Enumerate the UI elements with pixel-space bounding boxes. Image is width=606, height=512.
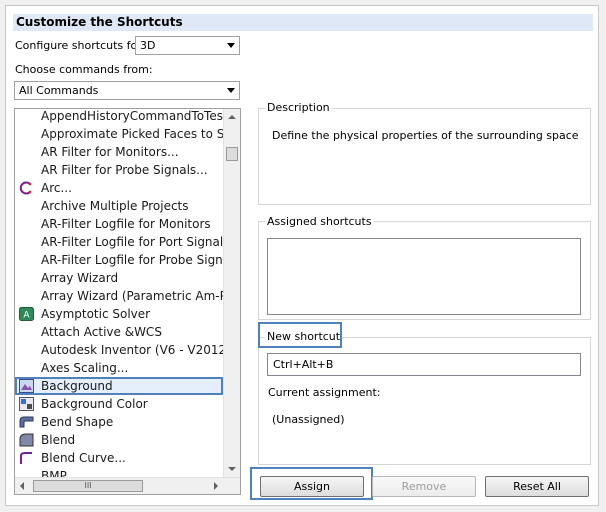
arc-icon <box>19 181 34 195</box>
svg-text:A: A <box>23 311 30 321</box>
scroll-down-icon[interactable] <box>228 467 236 471</box>
list-item[interactable]: Blend Curve... <box>15 449 223 467</box>
list-item[interactable]: Array Wizard (Parametric Am-Ph) <box>15 287 223 305</box>
list-item[interactable]: Background <box>15 377 223 395</box>
scroll-left-icon[interactable] <box>20 482 24 490</box>
list-item[interactable]: AR-Filter Logfile for Probe Signals <box>15 251 223 269</box>
list-item-label: AR-Filter Logfile for Port Signals <box>41 235 223 249</box>
bend-shape-icon <box>19 415 34 429</box>
list-item-label: AppendHistoryCommandToTestsu <box>41 109 223 123</box>
list-item-label: AR-Filter Logfile for Probe Signals <box>41 253 223 267</box>
asymptotic-solver-icon: A <box>19 307 34 321</box>
background-icon <box>19 379 34 393</box>
remove-button[interactable]: Remove <box>372 476 476 497</box>
dialog-title: Customize the Shortcuts <box>13 14 593 31</box>
list-item-label: Array Wizard <box>41 271 119 285</box>
list-item[interactable]: AR Filter for Probe Signals... <box>15 161 223 179</box>
list-item[interactable]: A Asymptotic Solver <box>15 305 223 323</box>
list-item[interactable]: Bend Shape <box>15 413 223 431</box>
list-item-label: Background Color <box>41 397 148 411</box>
horizontal-scrollbar[interactable]: III <box>15 477 240 494</box>
description-text: Define the physical properties of the su… <box>272 129 579 142</box>
current-assignment-value: (Unassigned) <box>272 413 345 426</box>
list-item[interactable]: Autodesk Inventor (V6 - V2012)... <box>15 341 223 359</box>
configure-select-value: 3D <box>140 39 156 52</box>
list-item-label: Blend Curve... <box>41 451 126 465</box>
chevron-down-icon <box>227 43 235 48</box>
list-item[interactable]: Approximate Picked Faces to Shee <box>15 125 223 143</box>
assign-button-highlight <box>250 467 373 500</box>
assigned-shortcuts-list[interactable] <box>267 238 581 315</box>
list-item[interactable]: AR-Filter Logfile for Port Signals <box>15 233 223 251</box>
list-item-label: Background <box>41 379 113 393</box>
scroll-right-icon[interactable] <box>214 482 218 490</box>
blend-curve-icon <box>19 451 34 465</box>
scroll-thumb[interactable] <box>226 147 238 161</box>
list-item-label: Asymptotic Solver <box>41 307 151 321</box>
scroll-up-icon[interactable] <box>228 115 236 119</box>
list-item[interactable]: Arc... <box>15 179 223 197</box>
list-item[interactable]: Blend <box>15 431 223 449</box>
configure-select[interactable]: 3D <box>135 36 240 55</box>
list-item[interactable]: Archive Multiple Projects <box>15 197 223 215</box>
commands-select[interactable]: All Commands <box>14 81 240 100</box>
list-item[interactable]: AR Filter for Monitors... <box>15 143 223 161</box>
hscroll-thumb[interactable]: III <box>33 480 143 492</box>
background-color-icon <box>19 397 34 411</box>
list-item-label: Array Wizard (Parametric Am-Ph) <box>41 289 223 303</box>
assigned-shortcuts-label: Assigned shortcuts <box>265 215 374 228</box>
list-item-label: Blend <box>41 433 76 447</box>
list-item-label: Autodesk Inventor (V6 - V2012)... <box>41 343 223 357</box>
list-item[interactable]: Axes Scaling... <box>15 359 223 377</box>
new-shortcut-value: Ctrl+Alt+B <box>273 358 334 371</box>
list-item-label: AR Filter for Probe Signals... <box>41 163 208 177</box>
description-group <box>258 108 591 205</box>
commands-label: Choose commands from: <box>15 63 153 76</box>
description-label: Description <box>265 101 332 114</box>
list-item-label: Bend Shape <box>41 415 114 429</box>
blend-icon <box>19 433 34 447</box>
list-item-label: Attach Active &WCS <box>41 325 162 339</box>
vertical-scrollbar[interactable] <box>223 109 240 477</box>
list-item[interactable]: AR-Filter Logfile for Monitors <box>15 215 223 233</box>
current-assignment-label: Current assignment: <box>268 386 381 399</box>
list-item-label: Archive Multiple Projects <box>41 199 189 213</box>
list-item[interactable]: AppendHistoryCommandToTestsu <box>15 109 223 125</box>
new-shortcut-input[interactable]: Ctrl+Alt+B <box>267 353 581 376</box>
commands-list[interactable]: AppendHistoryCommandToTestsu Approximate … <box>14 108 241 495</box>
commands-list-items: AppendHistoryCommandToTestsu Approximate … <box>15 109 223 485</box>
configure-label: Configure shortcuts for: <box>15 39 146 52</box>
list-item-label: AR-Filter Logfile for Monitors <box>41 217 211 231</box>
list-item-label: Axes Scaling... <box>41 361 129 375</box>
list-item-label: Approximate Picked Faces to Shee <box>41 127 223 141</box>
list-item[interactable]: Array Wizard <box>15 269 223 287</box>
list-item[interactable]: Attach Active &WCS <box>15 323 223 341</box>
commands-select-value: All Commands <box>19 84 99 97</box>
list-item[interactable]: Background Color <box>15 395 223 413</box>
list-item-label: AR Filter for Monitors... <box>41 145 179 159</box>
chevron-down-icon <box>227 88 235 93</box>
list-item-label: Arc... <box>41 181 72 195</box>
new-shortcut-highlight <box>258 322 342 348</box>
reset-all-button[interactable]: Reset All <box>485 476 589 497</box>
